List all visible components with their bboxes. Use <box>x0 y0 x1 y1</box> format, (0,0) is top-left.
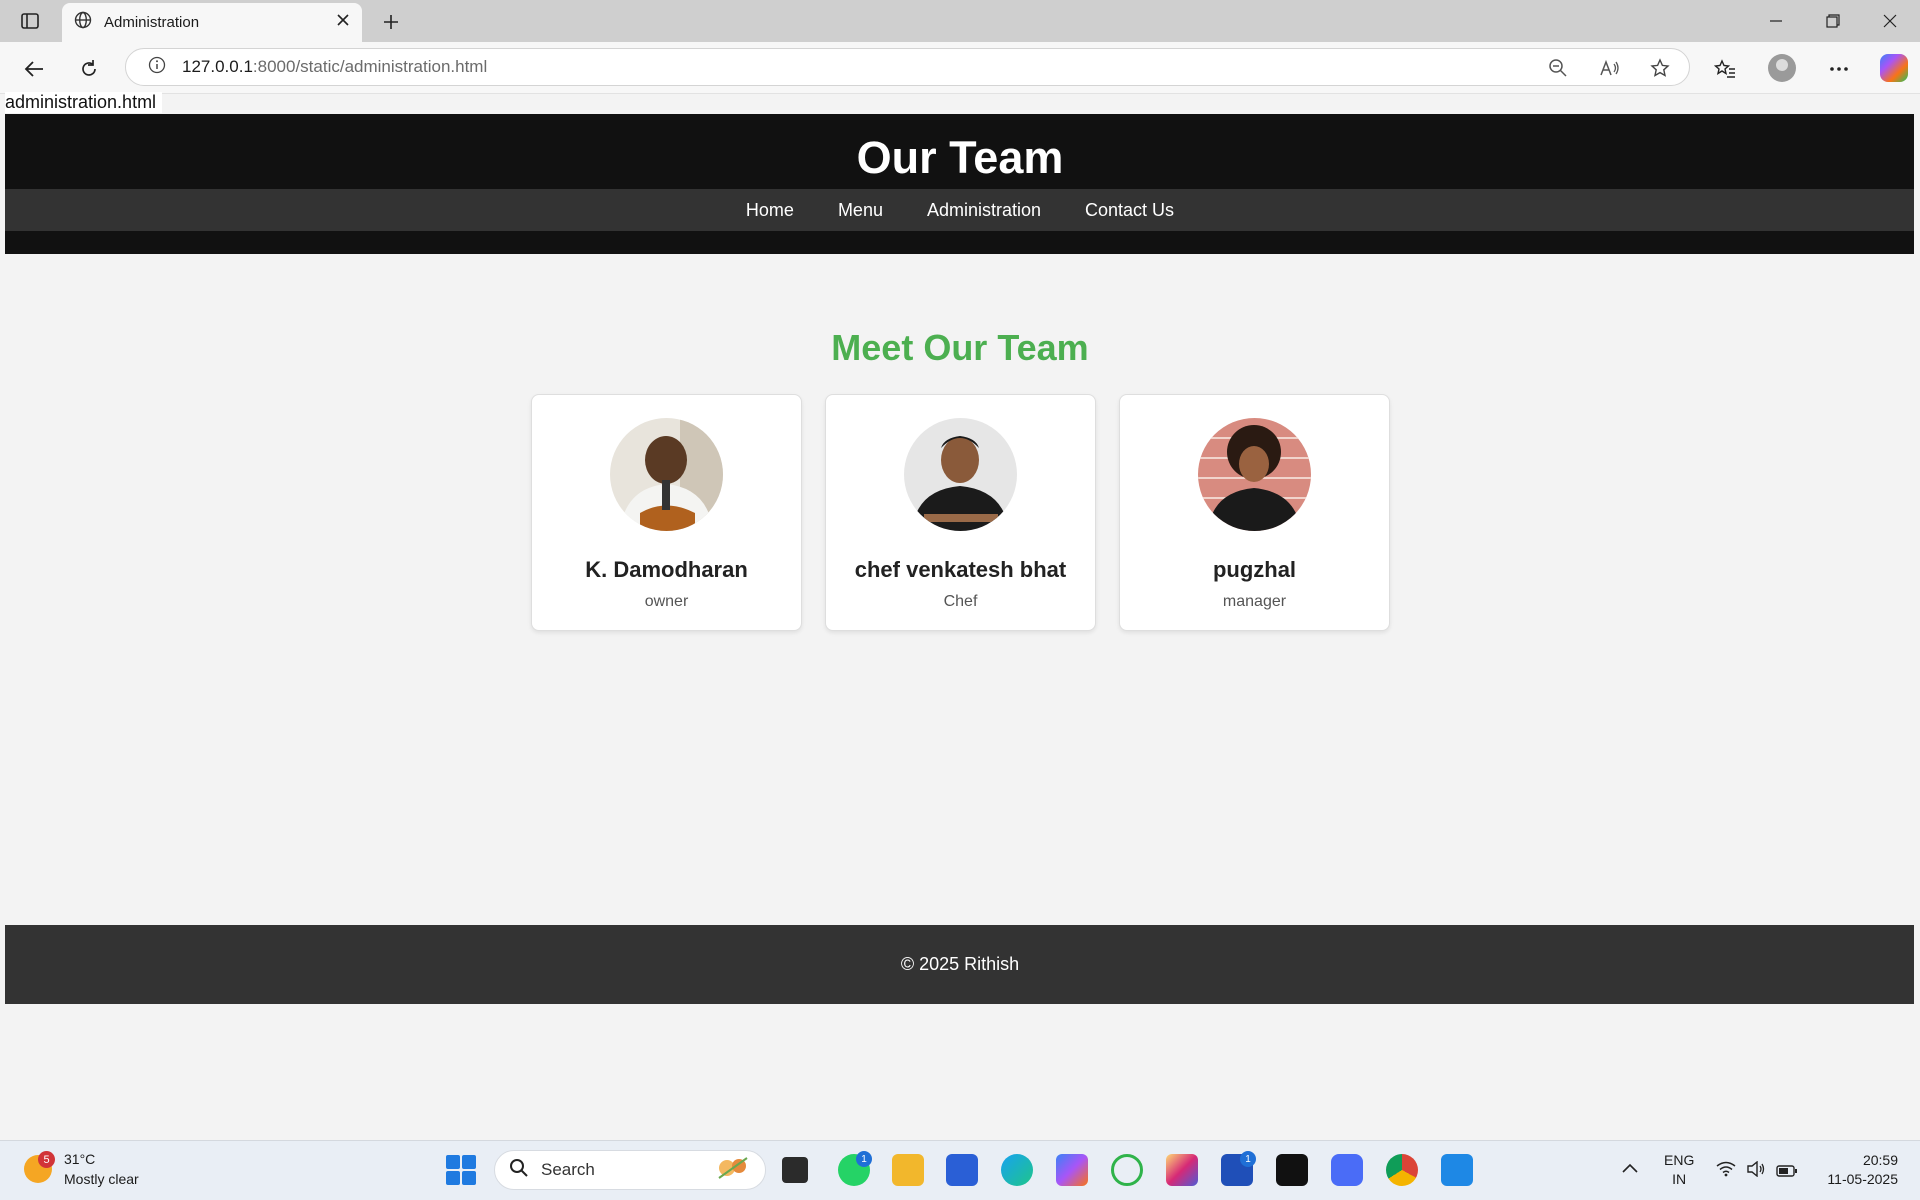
browser-toolbar: 127.0.0.1:8000/static/administration.htm… <box>0 42 1920 94</box>
task-view-icon[interactable] <box>782 1157 808 1183</box>
nav-link-contact[interactable]: Contact Us <box>1085 200 1174 221</box>
l-app-badge: 1 <box>1240 1151 1256 1167</box>
start-button[interactable] <box>446 1155 476 1185</box>
close-tab-icon[interactable] <box>336 13 350 32</box>
team-member-photo <box>904 418 1017 531</box>
minimize-icon[interactable] <box>1748 0 1804 42</box>
language-indicator[interactable]: ENG IN <box>1664 1151 1694 1189</box>
team-card: pugzhal manager <box>1119 394 1390 631</box>
nav-link-home[interactable]: Home <box>746 200 794 221</box>
triangle-app-icon[interactable] <box>1331 1154 1363 1186</box>
page-scrollbar[interactable] <box>1914 95 1920 1135</box>
weather-condition: Mostly clear <box>64 1171 139 1187</box>
file-name-label: administration.html <box>5 92 163 113</box>
site-info-icon[interactable] <box>148 56 166 79</box>
site-header: Our Team Home Menu Administration Contac… <box>5 114 1915 254</box>
weather-badge: 5 <box>38 1151 55 1168</box>
edge-icon[interactable] <box>1001 1154 1033 1186</box>
green-circle-app-icon[interactable] <box>1111 1154 1143 1186</box>
clock[interactable]: 20:59 11-05-2025 <box>1818 1151 1898 1189</box>
section-heading: Meet Our Team <box>831 327 1089 368</box>
site-nav: Home Menu Administration Contact Us <box>5 189 1915 231</box>
temperature: 31°C <box>64 1151 96 1167</box>
footer-text: © 2025 Rithish <box>900 954 1020 974</box>
taskbar: 5 31°C Mostly clear Search 1 1 ENG IN 20… <box>0 1140 1920 1200</box>
team-member-name: chef venkatesh bhat <box>854 557 1067 582</box>
volume-icon[interactable] <box>1746 1160 1766 1182</box>
whatsapp-badge: 1 <box>856 1151 872 1167</box>
vscode-icon[interactable] <box>1441 1154 1473 1186</box>
address-bar[interactable]: 127.0.0.1:8000/static/administration.htm… <box>125 48 1690 86</box>
team-card: chef venkatesh bhat Chef <box>825 394 1096 631</box>
team-member-role: manager <box>1222 593 1287 610</box>
copilot-app-icon[interactable] <box>1056 1154 1088 1186</box>
profile-avatar[interactable] <box>1768 54 1796 82</box>
taskbar-search[interactable]: Search <box>494 1150 766 1190</box>
page-viewport: administration.html Our Team Home Menu A… <box>5 92 1915 1135</box>
team-member-name: K. Damodharan <box>585 557 748 582</box>
show-hidden-icons[interactable] <box>1622 1159 1638 1178</box>
team-member-name: pugzhal <box>1212 557 1297 582</box>
team-member-photo <box>1198 418 1311 531</box>
back-icon[interactable] <box>17 52 51 86</box>
url-text: 127.0.0.1:8000/static/administration.htm… <box>182 57 488 76</box>
nav-link-administration[interactable]: Administration <box>927 200 1041 221</box>
chrome-icon[interactable] <box>1386 1154 1418 1186</box>
restore-icon[interactable] <box>1805 0 1861 42</box>
netflix-icon[interactable] <box>1276 1154 1308 1186</box>
globe-icon <box>74 11 92 34</box>
wifi-icon[interactable] <box>1716 1161 1736 1182</box>
file-explorer-icon[interactable] <box>892 1154 924 1186</box>
more-options-icon[interactable] <box>1822 52 1856 86</box>
weather-widget[interactable]: 5 31°C Mostly clear <box>24 1149 139 1189</box>
team-card: K. Damodharan owner <box>531 394 802 631</box>
favorite-star-icon[interactable] <box>1646 55 1674 81</box>
team-member-photo <box>610 418 723 531</box>
nav-link-menu[interactable]: Menu <box>838 200 883 221</box>
close-window-icon[interactable] <box>1862 0 1918 42</box>
search-highlight-icon <box>713 1154 753 1187</box>
browser-tab-bar: Administration <box>0 0 1920 42</box>
tab-title: Administration <box>104 14 200 31</box>
instagram-icon[interactable] <box>1166 1154 1198 1186</box>
search-placeholder: Search <box>541 1160 595 1179</box>
weather-icon: 5 <box>24 1151 55 1183</box>
refresh-icon[interactable] <box>72 52 106 86</box>
read-aloud-icon[interactable] <box>1596 55 1624 81</box>
team-member-role: Chef <box>943 593 978 610</box>
zoom-out-icon[interactable] <box>1544 55 1572 81</box>
search-icon <box>509 1158 529 1183</box>
tab-actions-icon[interactable] <box>12 6 48 36</box>
new-tab-icon[interactable] <box>374 8 408 36</box>
page-title: Our Team <box>856 132 1064 183</box>
browser-tab-active[interactable]: Administration <box>62 3 362 42</box>
site-footer: © 2025 Rithish <box>5 925 1915 1004</box>
store-icon[interactable] <box>946 1154 978 1186</box>
battery-icon[interactable] <box>1776 1163 1798 1182</box>
team-cards: K. Damodharan owner chef venkatesh bhat … <box>531 394 1390 631</box>
favorites-icon[interactable] <box>1708 52 1742 86</box>
team-member-role: owner <box>644 593 689 610</box>
copilot-icon[interactable] <box>1880 54 1908 82</box>
